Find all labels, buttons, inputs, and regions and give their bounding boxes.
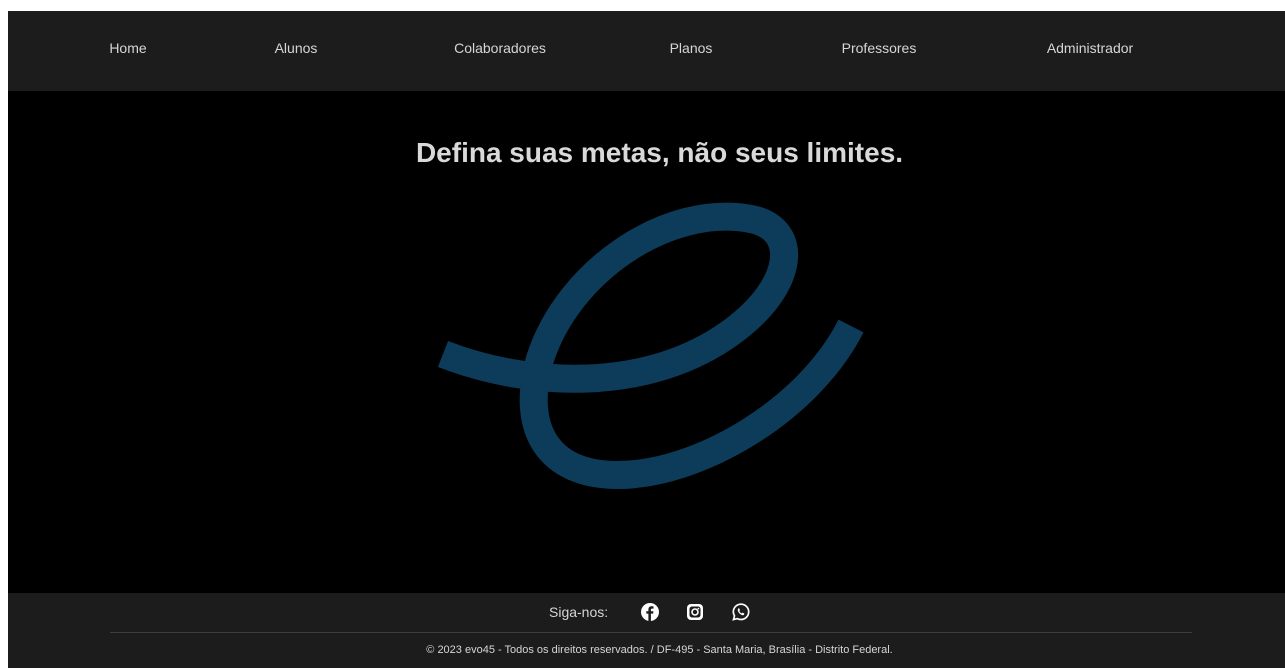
nav-item-colaboradores[interactable]: Colaboradores — [454, 40, 546, 56]
page: Home Alunos Colaboradores Planos Profess… — [8, 11, 1285, 668]
footer-divider — [110, 632, 1192, 633]
facebook-icon[interactable] — [640, 602, 660, 622]
evo45-logo-icon — [437, 202, 864, 490]
hero-section: Defina suas metas, não seus limites. — [8, 91, 1285, 593]
nav-item-alunos[interactable]: Alunos — [275, 40, 318, 56]
nav-item-professores[interactable]: Professores — [842, 40, 917, 56]
logo-inner-stroke — [437, 202, 864, 490]
whatsapp-icon[interactable] — [731, 602, 751, 622]
copyright-text: © 2023 evo45 - Todos os direitos reserva… — [426, 644, 893, 656]
nav-item-administrador[interactable]: Administrador — [1047, 40, 1133, 56]
top-navbar: Home Alunos Colaboradores Planos Profess… — [8, 11, 1285, 91]
nav-item-home[interactable]: Home — [109, 40, 146, 56]
nav-item-planos[interactable]: Planos — [670, 40, 713, 56]
instagram-icon[interactable] — [685, 602, 705, 622]
follow-label: Siga-nos: — [549, 604, 609, 620]
footer: Siga-nos: © 2023 evo45 - Todos os direit… — [8, 593, 1285, 668]
